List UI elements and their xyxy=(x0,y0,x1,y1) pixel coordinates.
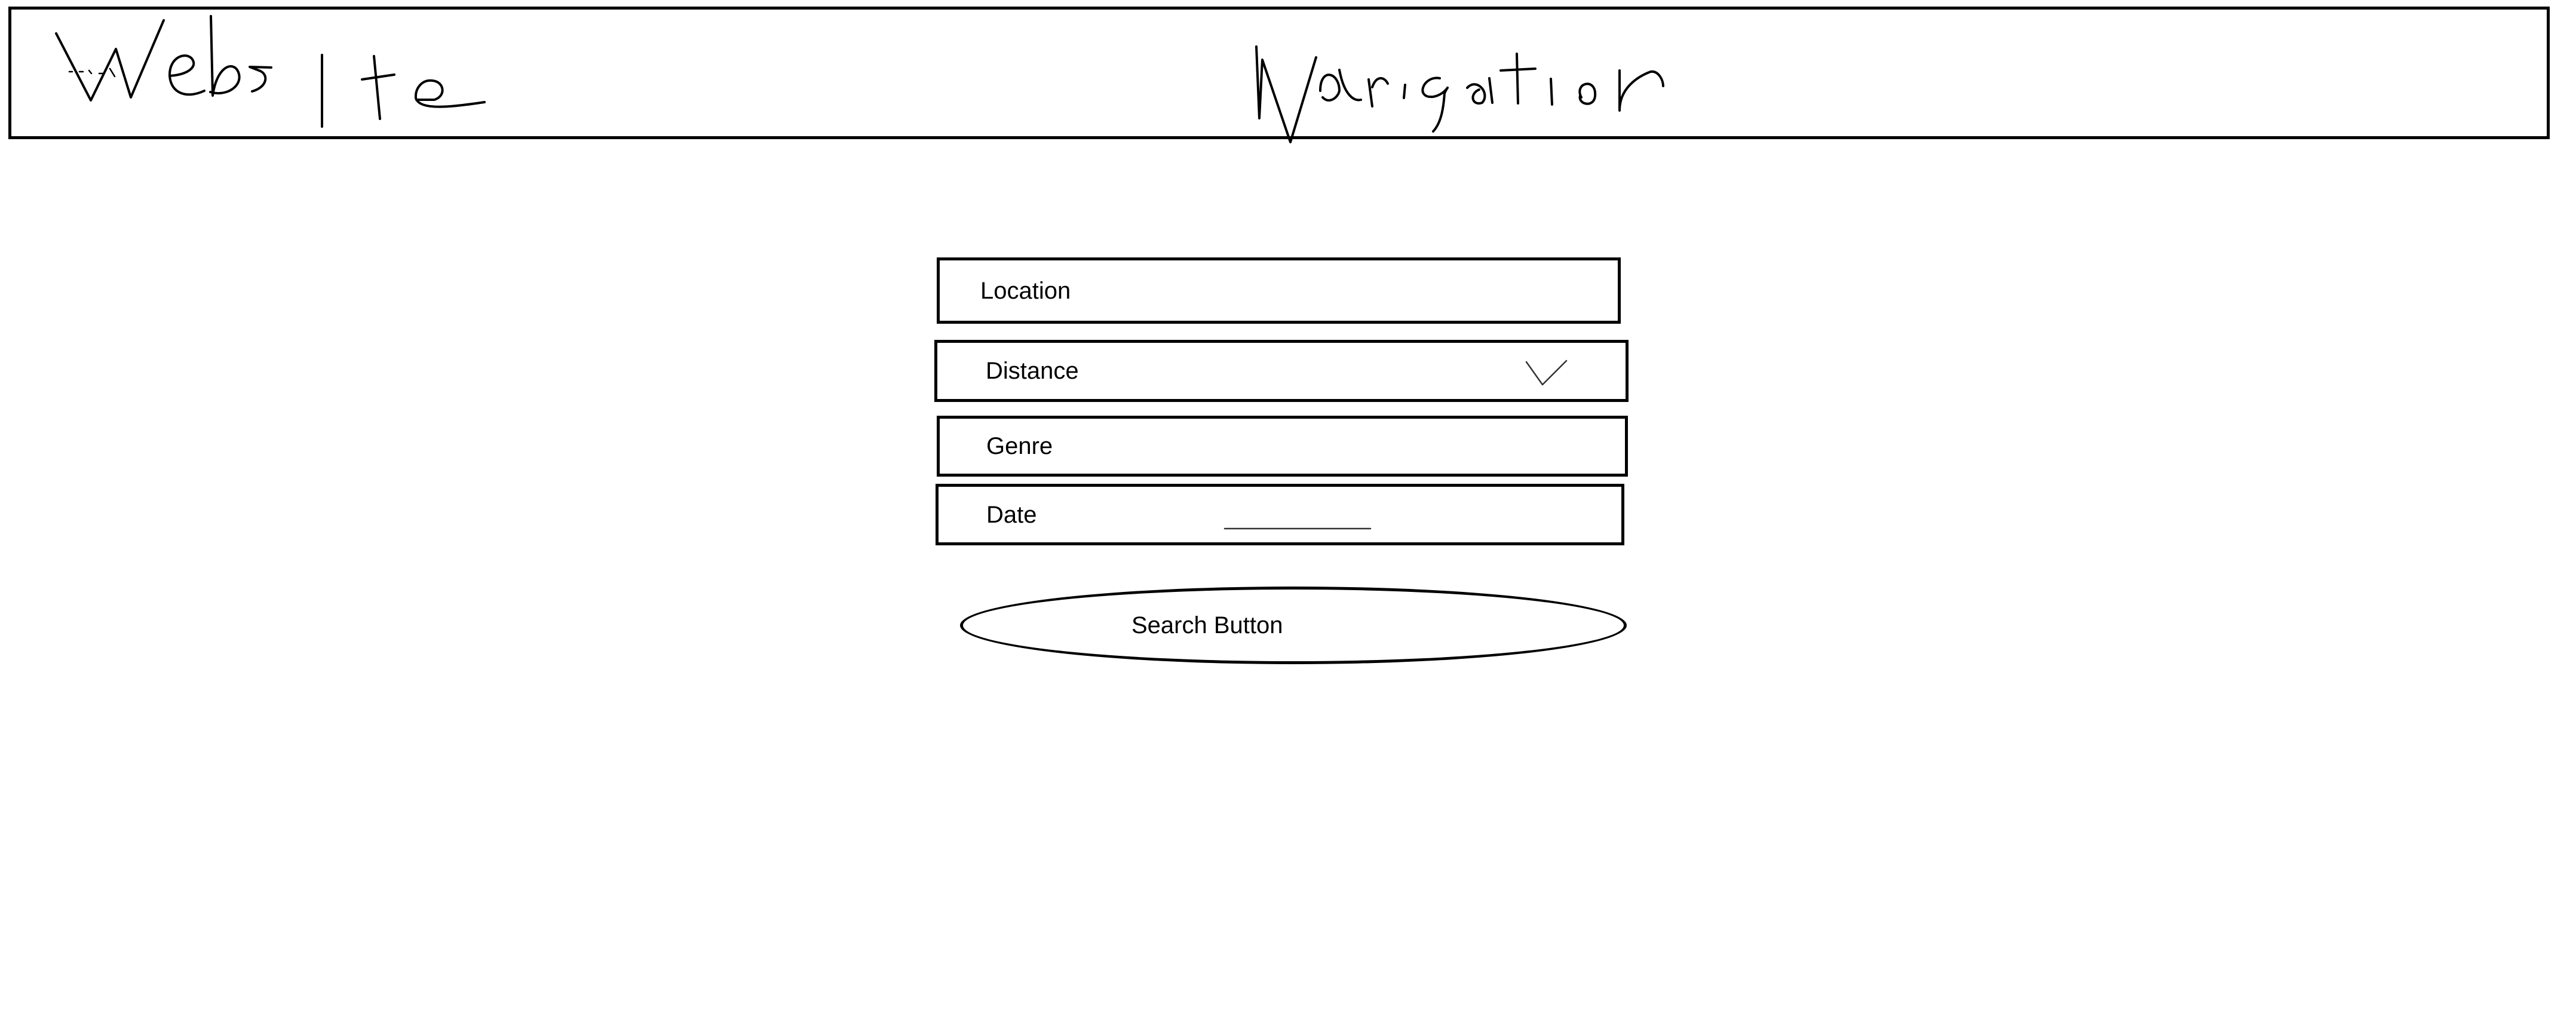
search-button-label: Search Button xyxy=(1131,612,1283,639)
genre-input[interactable]: Genre xyxy=(937,416,1628,477)
website-header xyxy=(8,7,2550,143)
distance-select[interactable]: Distance xyxy=(934,340,1629,402)
date-input[interactable]: Date xyxy=(936,484,1624,545)
distance-label: Distance xyxy=(986,358,1079,384)
date-label: Date xyxy=(986,501,1037,528)
date-underline-icon xyxy=(1223,527,1372,530)
chevron-down-icon[interactable] xyxy=(1525,358,1569,387)
website-wordmark xyxy=(55,15,486,128)
location-input[interactable]: Location xyxy=(937,257,1621,324)
genre-label: Genre xyxy=(986,433,1053,459)
navigation-wordmark xyxy=(1255,45,1664,143)
location-label: Location xyxy=(980,277,1071,304)
search-button[interactable]: Search Button xyxy=(960,587,1627,664)
